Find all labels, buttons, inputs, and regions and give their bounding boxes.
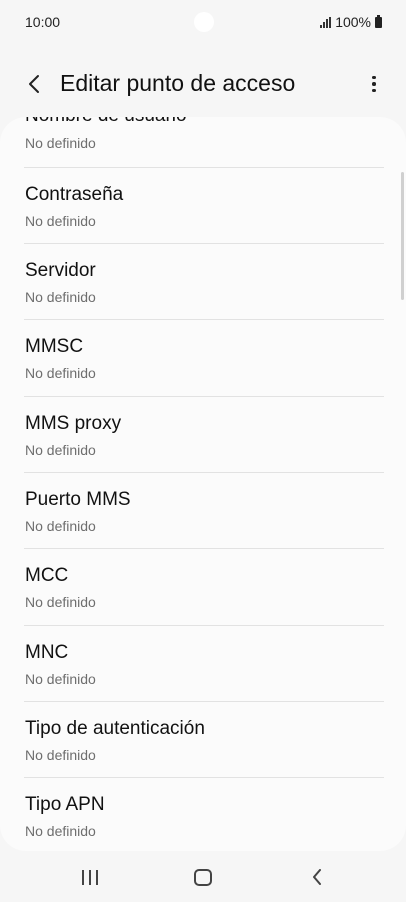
setting-label: MMSC <box>25 336 84 357</box>
setting-value: No definido <box>25 289 96 305</box>
more-options-button[interactable] <box>362 68 386 100</box>
front-camera <box>194 12 214 32</box>
scrollbar[interactable] <box>401 172 404 300</box>
status-indicators: 100% <box>320 14 382 30</box>
status-bar: 10:00 100% <box>0 0 406 44</box>
setting-label: Servidor <box>25 260 96 281</box>
setting-mcc[interactable]: MCC No definido <box>0 549 406 625</box>
setting-label: Nombre de usuario <box>25 117 187 127</box>
status-time: 10:00 <box>25 14 61 30</box>
setting-auth-type[interactable]: Tipo de autenticación No definido <box>0 702 406 778</box>
setting-label: Tipo de autenticación <box>25 718 205 739</box>
setting-value: No definido <box>25 671 96 687</box>
signal-icon <box>320 16 332 28</box>
page-title: Editar punto de acceso <box>60 70 296 96</box>
settings-list: Nombre de usuario No definido Contraseña… <box>0 117 406 851</box>
battery-icon <box>375 14 382 28</box>
nav-back-button[interactable] <box>297 864 337 890</box>
home-icon <box>194 868 212 886</box>
navigation-bar <box>0 852 406 902</box>
setting-mnc[interactable]: MNC No definido <box>0 626 406 702</box>
battery-percent: 100% <box>335 14 371 30</box>
setting-value: No definido <box>25 518 96 534</box>
setting-value: No definido <box>25 747 96 763</box>
setting-value: No definido <box>25 213 96 229</box>
recents-button[interactable] <box>70 864 110 890</box>
setting-apn-type[interactable]: Tipo APN No definido <box>0 778 406 851</box>
setting-value: No definido <box>25 594 96 610</box>
setting-label: Puerto MMS <box>25 489 131 510</box>
setting-mmsc[interactable]: MMSC No definido <box>0 320 406 396</box>
app-bar: Editar punto de acceso <box>0 60 406 110</box>
setting-value: No definido <box>25 365 96 381</box>
setting-label: MMS proxy <box>25 413 122 434</box>
setting-mms-port[interactable]: Puerto MMS No definido <box>0 473 406 549</box>
setting-server[interactable]: Servidor No definido <box>0 244 406 320</box>
more-vertical-icon <box>372 75 376 93</box>
setting-value: No definido <box>25 823 96 839</box>
setting-username[interactable]: Nombre de usuario No definido <box>0 117 406 158</box>
setting-mms-proxy[interactable]: MMS proxy No definido <box>0 397 406 473</box>
setting-value: No definido <box>25 135 96 151</box>
recents-icon <box>82 869 98 885</box>
back-button[interactable] <box>18 68 50 100</box>
setting-label: MNC <box>25 642 69 663</box>
setting-value: No definido <box>25 442 96 458</box>
chevron-left-icon <box>29 75 39 93</box>
back-icon <box>313 869 321 885</box>
setting-label: MCC <box>25 565 69 586</box>
setting-password[interactable]: Contraseña No definido <box>0 168 406 244</box>
setting-label: Tipo APN <box>25 794 105 815</box>
setting-label: Contraseña <box>25 184 124 205</box>
home-button[interactable] <box>183 864 223 890</box>
